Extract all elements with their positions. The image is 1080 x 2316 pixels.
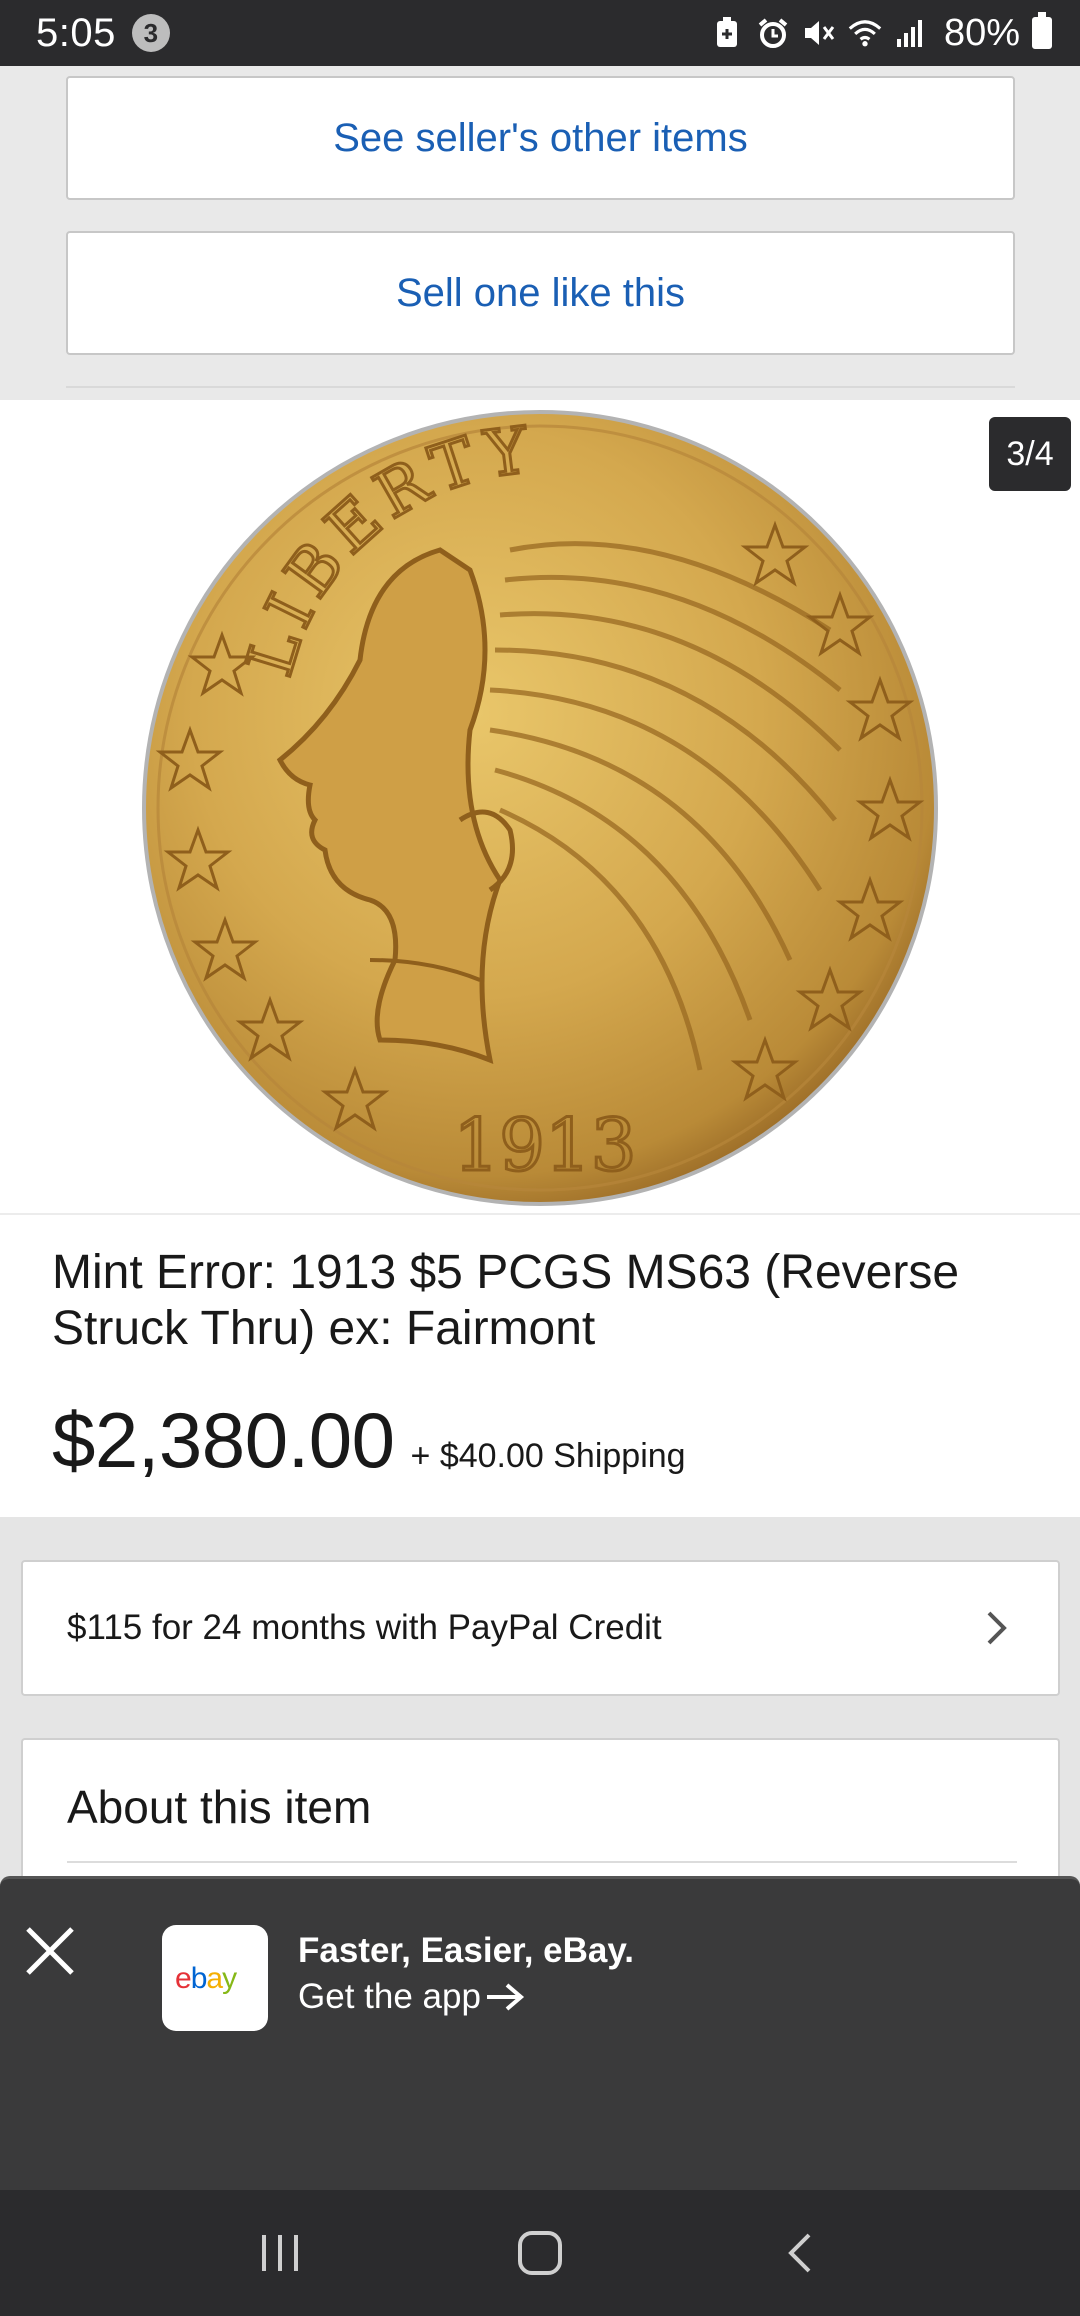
signal-icon — [894, 16, 928, 50]
back-icon — [788, 2233, 811, 2273]
seller-actions-section: See seller's other items Sell one like t… — [0, 66, 1080, 400]
ebay-logo-icon: ebay — [175, 1962, 238, 1995]
section-divider — [66, 386, 1015, 388]
shipping-cost: + $40.00 Shipping — [410, 1437, 686, 1475]
see-seller-other-items-button[interactable]: See seller's other items — [66, 76, 1015, 200]
paypal-credit-row[interactable]: $115 for 24 months with PayPal Credit — [21, 1560, 1060, 1696]
ebay-app-logo[interactable]: ebay — [162, 1925, 268, 2031]
close-banner-button[interactable] — [20, 1921, 80, 1981]
about-divider — [67, 1861, 1017, 1863]
get-the-app-link[interactable]: Get the app — [298, 1977, 525, 2017]
system-navigation-bar — [0, 2190, 1080, 2316]
sell-one-like-this-button[interactable]: Sell one like this — [66, 231, 1015, 355]
coin-image: LIBERTY 1913 — [142, 410, 938, 1206]
battery-saver-icon — [710, 16, 744, 50]
close-icon — [26, 1927, 74, 1975]
product-image-gallery[interactable]: LIBERTY 1913 3/4 — [0, 400, 1080, 1213]
item-title: Mint Error: 1913 $5 PCGS MS63 (Reverse S… — [52, 1246, 960, 1355]
mute-icon — [802, 16, 836, 50]
coin-date: 1913 — [453, 1103, 636, 1187]
status-time: 5:05 — [36, 10, 116, 55]
image-counter-badge: 3/4 — [989, 417, 1071, 491]
battery-icon — [1032, 12, 1052, 49]
banner-headline: Faster, Easier, eBay. — [298, 1931, 634, 1970]
chevron-right-icon — [984, 1608, 1014, 1648]
battery-percentage: 80% — [943, 11, 1020, 54]
get-the-app-label: Get the app — [298, 1977, 481, 2016]
back-button[interactable] — [755, 2208, 845, 2298]
item-info-section: Mint Error: 1913 $5 PCGS MS63 (Reverse S… — [0, 1213, 1080, 1517]
app-install-banner: ebay Faster, Easier, eBay. Get the app — [0, 1876, 1080, 2190]
wifi-icon — [848, 16, 882, 50]
price-row: $2,380.00 + $40.00 Shipping — [52, 1395, 686, 1486]
alarm-icon — [756, 16, 790, 50]
status-bar: 5:05 3 80% — [0, 0, 1080, 66]
about-item-heading: About this item — [67, 1781, 372, 1833]
notification-count-badge: 3 — [131, 14, 170, 52]
home-icon — [518, 2231, 562, 2275]
recent-apps-icon — [262, 2235, 298, 2271]
recent-apps-button[interactable] — [235, 2208, 325, 2298]
svg-text:ebay: ebay — [175, 1962, 237, 1995]
item-price: $2,380.00 — [52, 1396, 395, 1484]
arrow-right-icon — [486, 1983, 524, 2011]
paypal-credit-text: $115 for 24 months with PayPal Credit — [67, 1608, 662, 1647]
status-icons: 80% — [710, 12, 1052, 55]
home-button[interactable] — [495, 2208, 585, 2298]
about-item-card: About this item — [21, 1738, 1060, 1878]
